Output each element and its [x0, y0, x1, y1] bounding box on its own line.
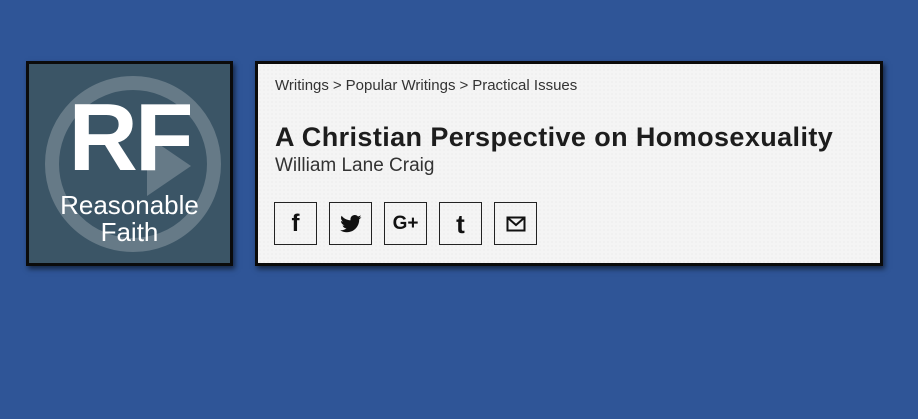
article-author[interactable]: William Lane Craig: [275, 155, 434, 177]
logo-text-line2: Faith: [100, 217, 159, 247]
share-facebook-button[interactable]: f: [274, 202, 317, 245]
page-title: A Christian Perspective on Homosexuality: [275, 122, 834, 152]
breadcrumb-writings[interactable]: Writings: [275, 77, 329, 94]
tumblr-icon: t: [456, 208, 465, 239]
breadcrumb-practical-issues[interactable]: Practical Issues: [472, 77, 577, 94]
logo-mark: RF: [68, 84, 194, 191]
share-twitter-button[interactable]: [329, 202, 372, 245]
logo-text-line1: Reasonable: [60, 190, 199, 220]
breadcrumb-separator: >: [332, 77, 342, 94]
google-plus-icon: G+: [392, 213, 419, 234]
share-tumblr-button[interactable]: t: [439, 202, 482, 245]
facebook-icon: f: [291, 209, 300, 237]
article-header-card: Writings > Popular Writings > Practical Issu…: [255, 61, 883, 266]
breadcrumb-popular-writings[interactable]: Popular Writings: [346, 77, 456, 94]
site-logo[interactable]: RF Reasonable Faith: [26, 61, 233, 266]
twitter-icon: [339, 214, 361, 232]
breadcrumb: Writings > Popular Writings > Practical Issu…: [275, 77, 577, 94]
breadcrumb-separator: >: [459, 77, 469, 94]
email-icon: [506, 216, 525, 231]
share-buttons: f G+ t: [274, 202, 537, 245]
share-email-button[interactable]: [494, 202, 537, 245]
share-google-plus-button[interactable]: G+: [384, 202, 427, 245]
